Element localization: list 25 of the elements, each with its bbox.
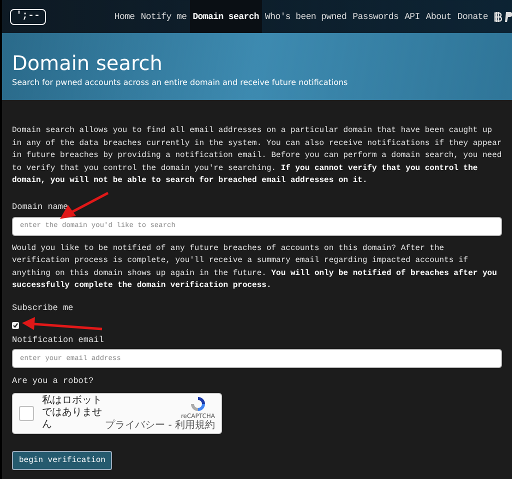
- bitcoin-icon[interactable]: [494, 12, 502, 22]
- intro-paragraph: Domain search allows you to find all email addresses on a particular domain that have been caught up in any of the data breaches currently in the system. You can also receive notifications if they appear in future breaches by providing a notification email. Before you can perform a domain search, you need to verify that you control the domain you're searching. If you cannot verify that you control the domain, you will not be able to search for breached email addresses on it.: [12, 125, 502, 188]
- begin-verification-button[interactable]: begin verification: [12, 450, 112, 470]
- captcha-label: Are you a robot?: [12, 375, 94, 388]
- nav-link[interactable]: Who's been pwned: [262, 0, 350, 33]
- recaptcha-logo-icon: [189, 395, 207, 414]
- nav-link[interactable]: Passwords: [350, 0, 402, 33]
- page-title: Domain search: [12, 51, 162, 75]
- nav-link[interactable]: About: [422, 0, 454, 33]
- paypal-icon[interactable]: [505, 12, 512, 22]
- subscribe-checkbox[interactable]: [12, 322, 19, 329]
- nav-link[interactable]: Donate: [454, 0, 491, 33]
- nav-link[interactable]: Domain search: [190, 0, 262, 33]
- captcha-checkbox[interactable]: [19, 406, 34, 421]
- page-subtitle: Search for pwned accounts across an entire domain and receive future notifications: [12, 78, 349, 88]
- nav-link[interactable]: Notify me: [138, 0, 190, 33]
- checkbox-label: Subscribe me: [12, 302, 74, 315]
- nav-link[interactable]: API: [402, 0, 423, 33]
- captcha-links[interactable]: プライバシー - 利用規約: [105, 420, 215, 432]
- field-label: Domain name: [12, 200, 68, 214]
- captcha-text: 私はロボットではありません: [42, 395, 103, 432]
- field-label: Notification email: [12, 334, 104, 346]
- logo[interactable]: ';--: [10, 8, 46, 24]
- nav-link[interactable]: Home: [111, 0, 138, 33]
- notify-paragraph: Would you like to be notified of any future breaches of accounts on this domain? After the verification process is complete, you'll receive a summary email regarding impacted accounts if anything on this domain shows up again in the future. You will only be notified of breaches after you successfully complete the domain verification process.: [12, 242, 498, 292]
